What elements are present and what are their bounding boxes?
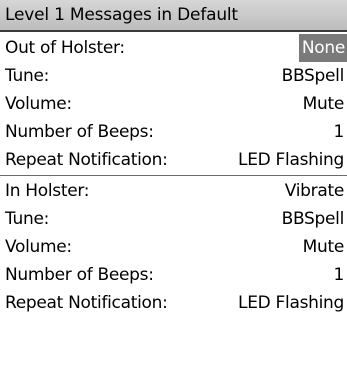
out-of-holster-beeps-row[interactable]: Number of Beeps: 1 xyxy=(0,118,347,146)
in-holster-label: In Holster: xyxy=(5,181,90,201)
in-holster-row[interactable]: In Holster: Vibrate xyxy=(0,177,347,205)
out-of-holster-row[interactable]: Out of Holster: None xyxy=(0,34,347,62)
out-of-holster-label: Out of Holster: xyxy=(5,38,125,58)
section-divider xyxy=(0,175,347,176)
title-bar: Level 1 Messages in Default xyxy=(0,0,347,32)
in-holster-section: In Holster: Vibrate Tune: BBSpell Volume… xyxy=(0,177,347,317)
repeat-notification-value[interactable]: LED Flashing xyxy=(238,289,344,317)
tune-label: Tune: xyxy=(5,209,50,229)
in-holster-volume-row[interactable]: Volume: Mute xyxy=(0,233,347,261)
volume-label: Volume: xyxy=(5,237,72,257)
screen-title: Level 1 Messages in Default xyxy=(5,5,238,25)
repeat-notification-value[interactable]: LED Flashing xyxy=(238,146,344,174)
tune-label: Tune: xyxy=(5,66,50,86)
volume-value[interactable]: Mute xyxy=(303,233,345,261)
repeat-notification-label: Repeat Notification: xyxy=(5,150,168,170)
notification-profile-screen: Level 1 Messages in Default Out of Holst… xyxy=(0,0,347,369)
repeat-notification-label: Repeat Notification: xyxy=(5,293,168,313)
out-of-holster-volume-row[interactable]: Volume: Mute xyxy=(0,90,347,118)
out-of-holster-repeat-row[interactable]: Repeat Notification: LED Flashing xyxy=(0,146,347,174)
number-of-beeps-label: Number of Beeps: xyxy=(5,265,154,285)
number-of-beeps-label: Number of Beeps: xyxy=(5,122,154,142)
out-of-holster-section: Out of Holster: None Tune: BBSpell Volum… xyxy=(0,34,347,174)
tune-value[interactable]: BBSpell xyxy=(282,62,345,90)
in-holster-beeps-row[interactable]: Number of Beeps: 1 xyxy=(0,261,347,289)
in-holster-tune-row[interactable]: Tune: BBSpell xyxy=(0,205,347,233)
volume-value[interactable]: Mute xyxy=(303,90,345,118)
number-of-beeps-value[interactable]: 1 xyxy=(333,261,344,289)
in-holster-repeat-row[interactable]: Repeat Notification: LED Flashing xyxy=(0,289,347,317)
out-of-holster-value[interactable]: None xyxy=(298,34,347,62)
tune-value[interactable]: BBSpell xyxy=(282,205,345,233)
volume-label: Volume: xyxy=(5,94,72,114)
in-holster-value[interactable]: Vibrate xyxy=(285,177,345,205)
out-of-holster-tune-row[interactable]: Tune: BBSpell xyxy=(0,62,347,90)
number-of-beeps-value[interactable]: 1 xyxy=(333,118,344,146)
